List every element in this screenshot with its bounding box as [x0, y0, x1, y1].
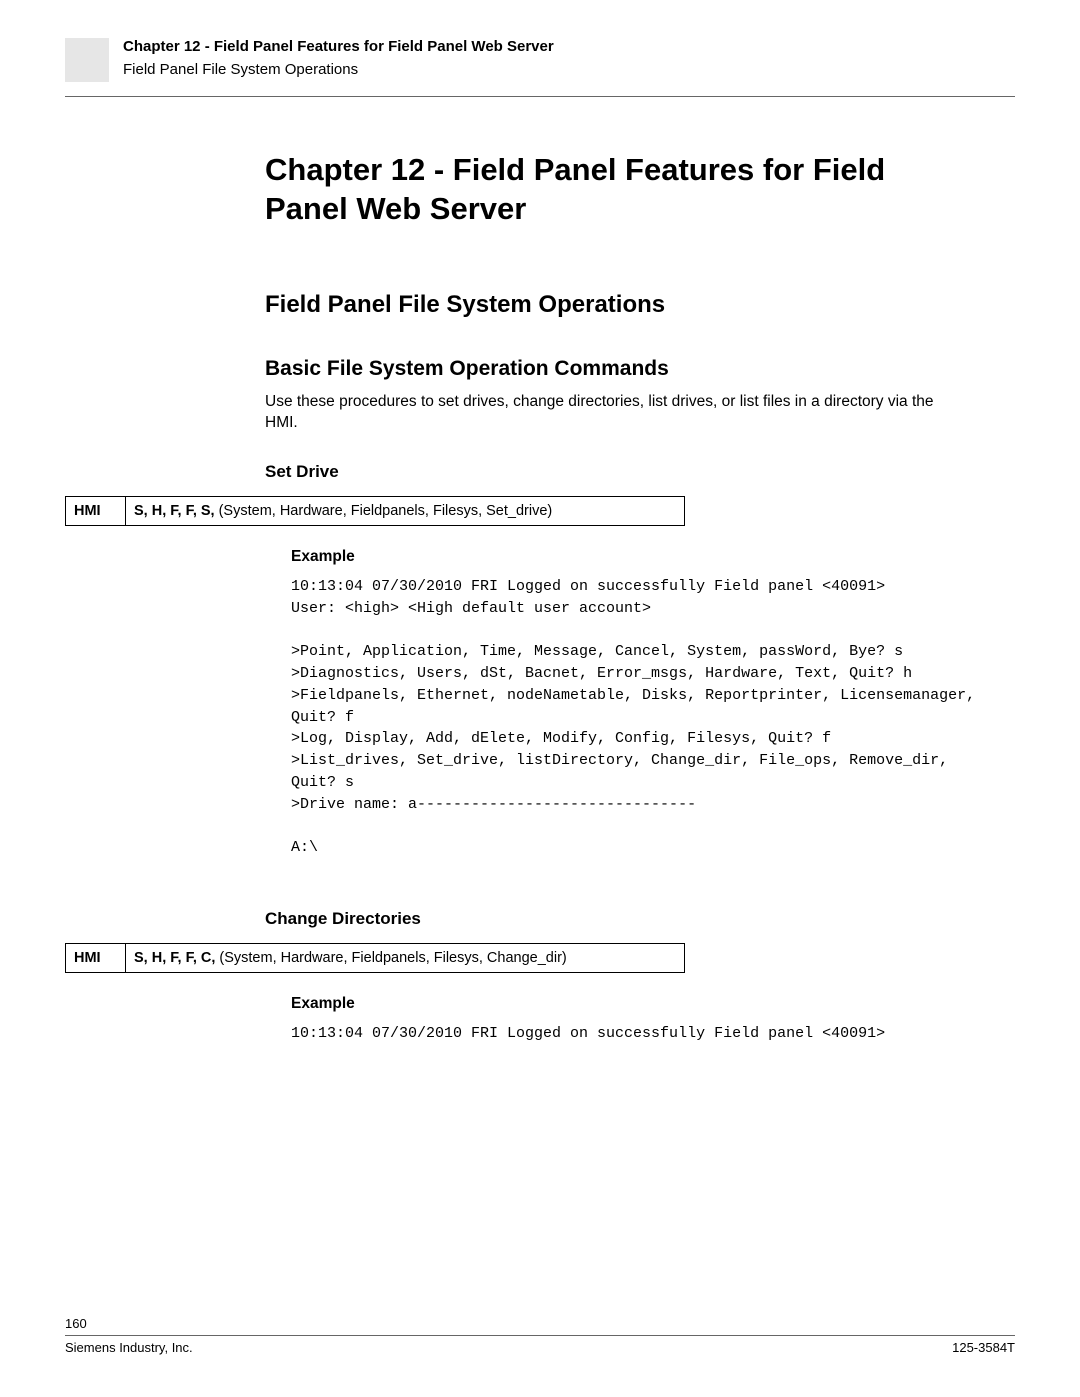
hmi-label-cell: HMI	[66, 944, 126, 973]
content-area: Chapter 12 - Field Panel Features for Fi…	[265, 151, 945, 1045]
header-chapter-title: Chapter 12 - Field Panel Features for Fi…	[123, 38, 554, 55]
document-page: Chapter 12 - Field Panel Features for Fi…	[0, 0, 1080, 1397]
terminal-line: User: <high> <High default user account>	[291, 598, 985, 620]
example-label: Example	[291, 995, 945, 1013]
set-drive-terminal-output: 10:13:04 07/30/2010 FRI Logged on succes…	[291, 576, 985, 859]
terminal-line: >Drive name: a--------------------------…	[291, 794, 985, 816]
command-keys: S, H, F, F, C,	[134, 950, 215, 966]
section-heading: Field Panel File System Operations	[265, 291, 945, 319]
terminal-line: >Log, Display, Add, dElete, Modify, Conf…	[291, 728, 985, 750]
intro-paragraph: Use these procedures to set drives, chan…	[265, 391, 945, 434]
subsection-heading: Basic File System Operation Commands	[265, 357, 945, 381]
terminal-line: >Fieldpanels, Ethernet, nodeNametable, D…	[291, 685, 985, 729]
command-keys: S, H, F, F, S,	[134, 503, 215, 519]
example-label: Example	[291, 548, 945, 566]
change-dirs-heading: Change Directories	[265, 909, 945, 929]
command-explain: (System, Hardware, Fieldpanels, Filesys,…	[215, 950, 566, 966]
hmi-command-cell: S, H, F, F, S, (System, Hardware, Fieldp…	[126, 496, 685, 525]
header-text-block: Chapter 12 - Field Panel Features for Fi…	[123, 38, 554, 78]
terminal-line: >Point, Application, Time, Message, Canc…	[291, 641, 985, 663]
terminal-line: 10:13:04 07/30/2010 FRI Logged on succes…	[291, 576, 985, 598]
terminal-line: 10:13:04 07/30/2010 FRI Logged on succes…	[291, 1023, 985, 1045]
page-number: 160	[65, 1316, 1015, 1331]
hmi-command-cell: S, H, F, F, C, (System, Hardware, Fieldp…	[126, 944, 685, 973]
set-drive-heading: Set Drive	[265, 462, 945, 482]
page-header: Chapter 12 - Field Panel Features for Fi…	[65, 38, 1015, 97]
header-subtitle: Field Panel File System Operations	[123, 61, 554, 78]
terminal-line: >Diagnostics, Users, dSt, Bacnet, Error_…	[291, 663, 985, 685]
chapter-heading: Chapter 12 - Field Panel Features for Fi…	[265, 151, 945, 229]
footer-left: Siemens Industry, Inc.	[65, 1340, 193, 1355]
footer-right: 125-3584T	[952, 1340, 1015, 1355]
change-dirs-command-table: HMI S, H, F, F, C, (System, Hardware, Fi…	[65, 943, 685, 973]
header-icon-placeholder	[65, 38, 109, 82]
hmi-label-cell: HMI	[66, 496, 126, 525]
change-dirs-terminal-output: 10:13:04 07/30/2010 FRI Logged on succes…	[291, 1023, 985, 1045]
set-drive-command-table: HMI S, H, F, F, S, (System, Hardware, Fi…	[65, 496, 685, 526]
footer-line: Siemens Industry, Inc. 125-3584T	[65, 1335, 1015, 1355]
command-explain: (System, Hardware, Fieldpanels, Filesys,…	[215, 503, 553, 519]
terminal-line: >List_drives, Set_drive, listDirectory, …	[291, 750, 985, 794]
terminal-line: A:\	[291, 837, 985, 859]
page-footer: 160 Siemens Industry, Inc. 125-3584T	[65, 1316, 1015, 1355]
